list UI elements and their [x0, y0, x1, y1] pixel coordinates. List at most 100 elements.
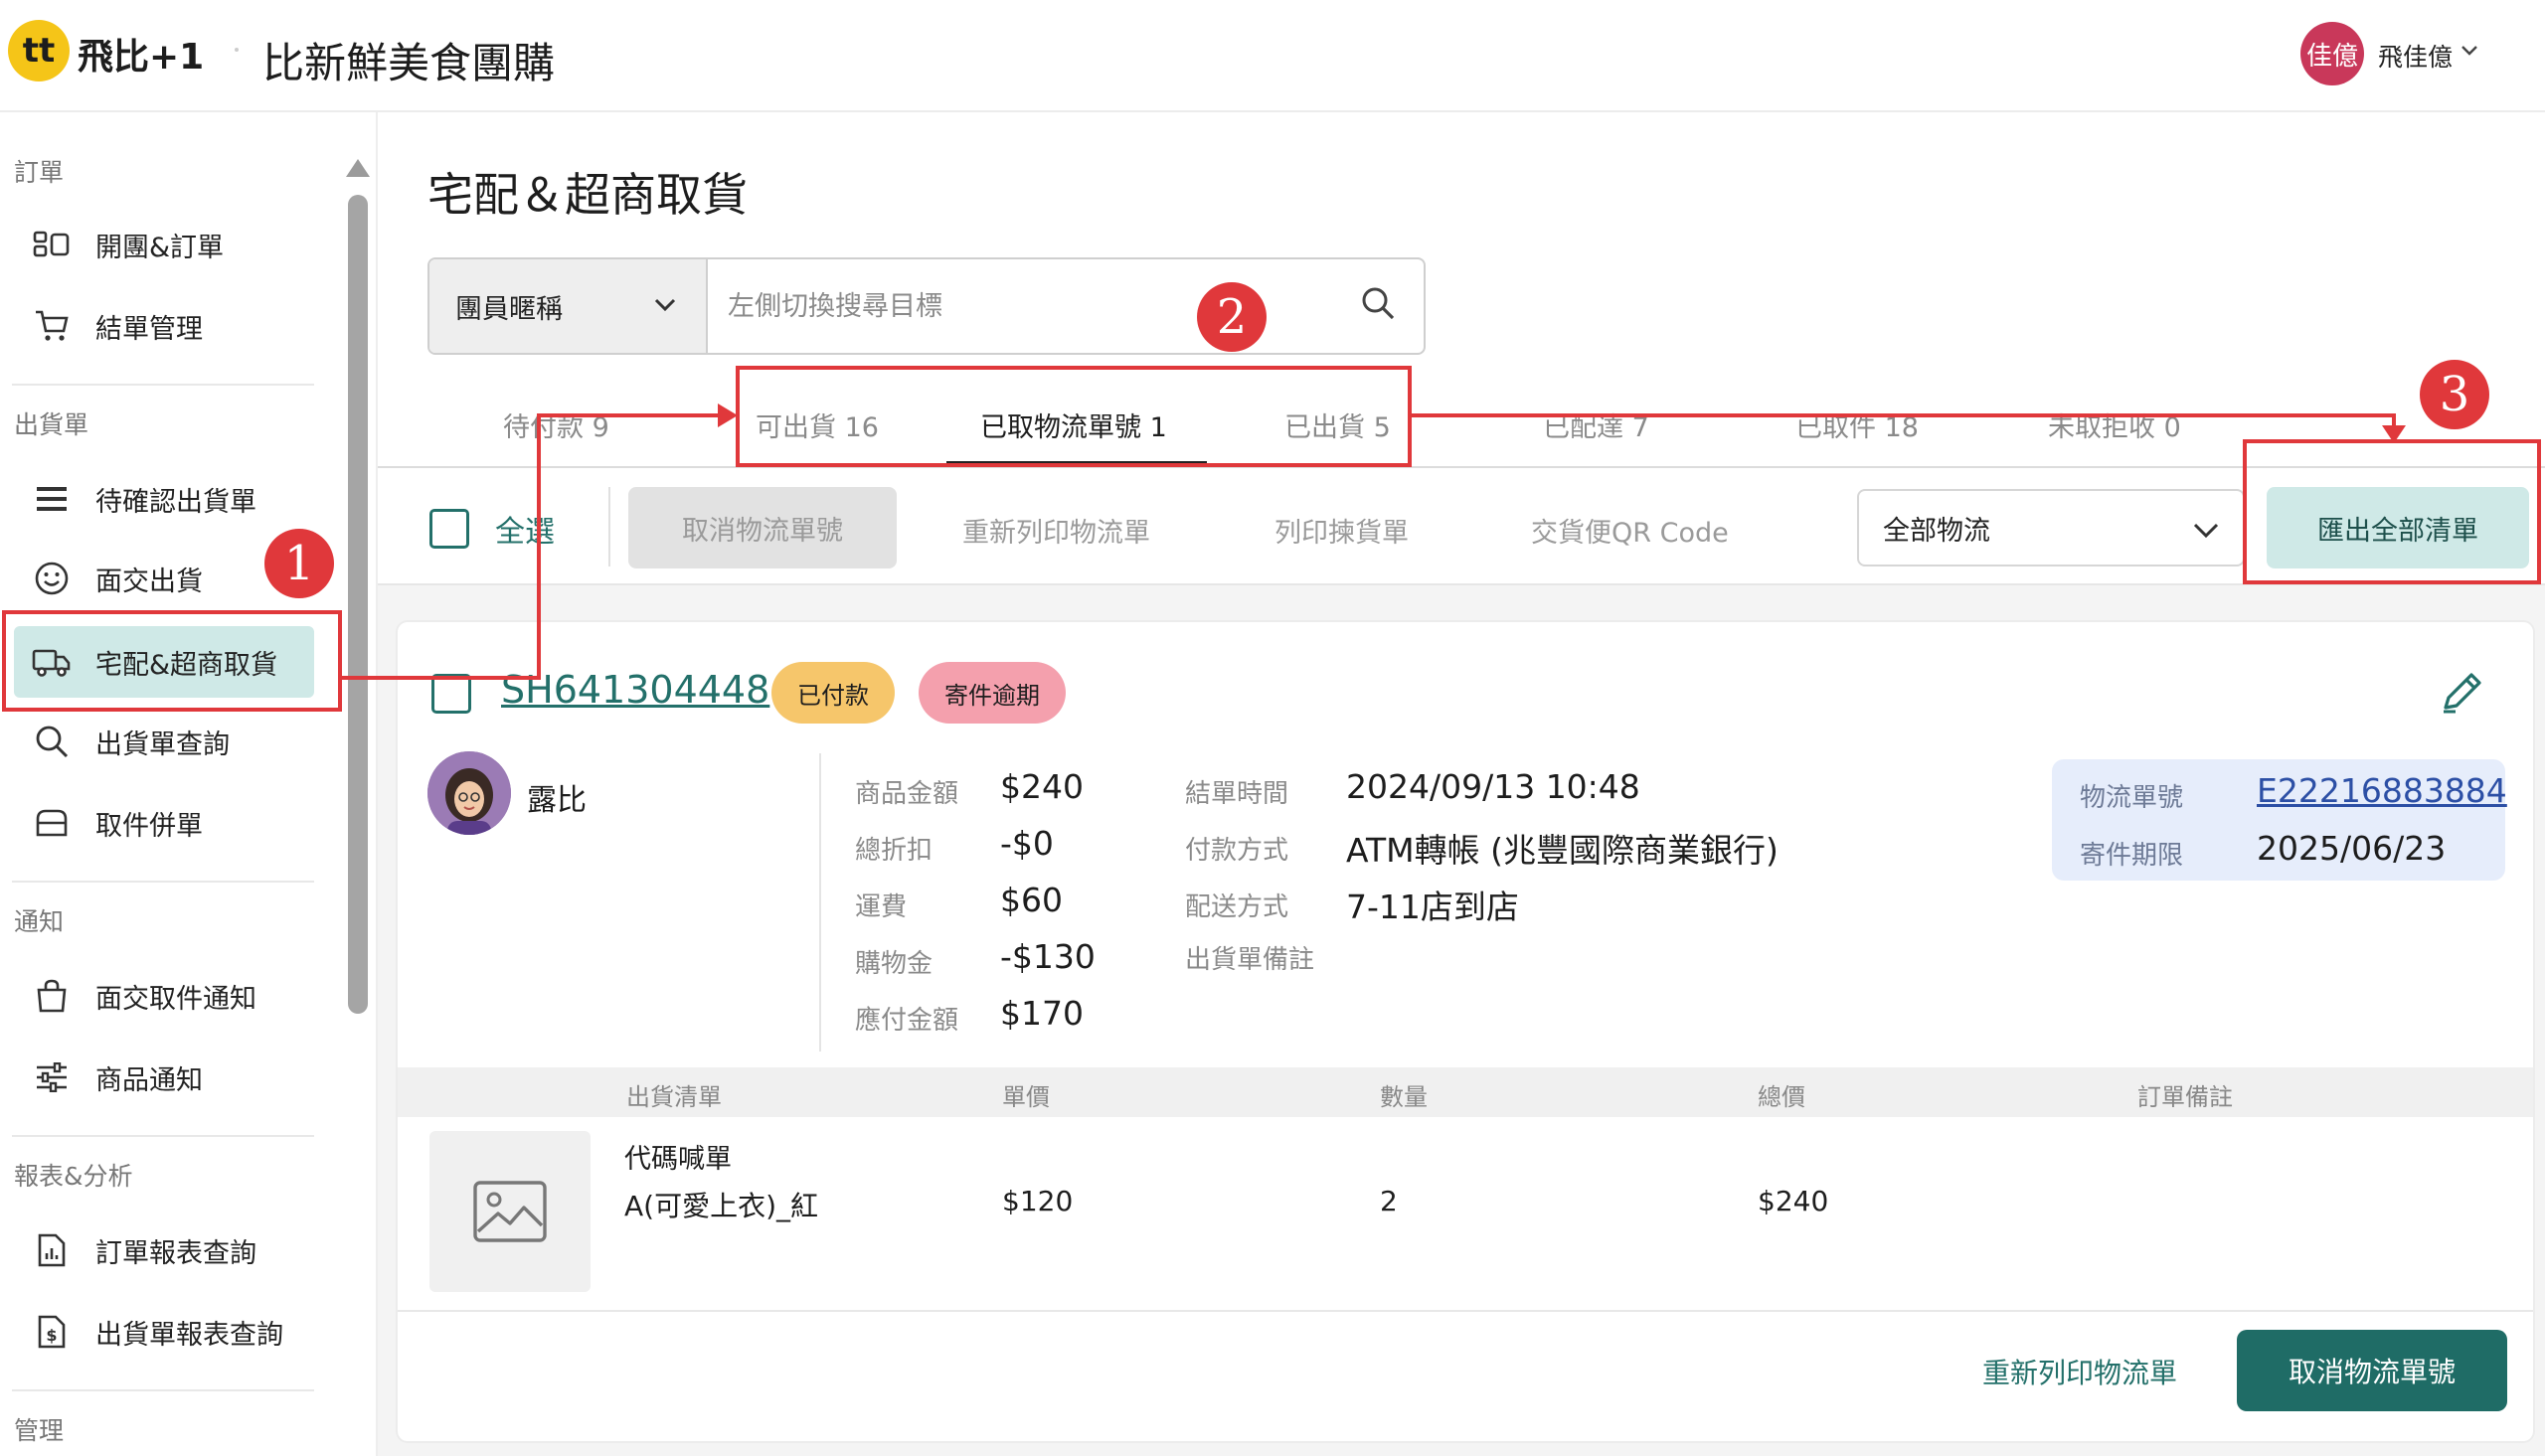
- annotation-arrowhead: [2382, 425, 2406, 443]
- logo-mark: tt: [8, 20, 70, 81]
- sidebar-divider: [12, 384, 314, 386]
- amount-label: 總折扣: [855, 836, 933, 866]
- shop-name: 比新鮮美食團購: [262, 39, 556, 87]
- user-avatar[interactable]: 佳億: [2300, 22, 2364, 85]
- chevron-down-icon: [2191, 515, 2221, 549]
- top-bar: tt 飛比+1 比新鮮美食團購 佳億 飛佳億: [0, 0, 2545, 112]
- user-name[interactable]: 飛佳億: [2378, 38, 2453, 74]
- annotation-number-3: 3: [2420, 360, 2489, 429]
- logistics-filter-select[interactable]: 全部物流: [1857, 489, 2245, 566]
- tab-unclaimed-rejected[interactable]: 未取拒收 0: [2048, 405, 2181, 444]
- scroll-up-arrow[interactable]: [346, 159, 370, 177]
- smile-icon: [32, 559, 72, 598]
- annotation-number-1: 1: [264, 529, 334, 598]
- info-label: 配送方式: [1185, 892, 1289, 922]
- item-code: 代碼喊單: [624, 1144, 732, 1175]
- sidebar-item-label: 訂單報表查詢: [95, 1237, 256, 1269]
- chevron-down-icon: [652, 291, 678, 321]
- item-total: $240: [1758, 1185, 1829, 1217]
- sidebar-item-shipment-search[interactable]: 出貨單查詢: [14, 706, 314, 777]
- cancel-tracking-number-button[interactable]: 取消物流單號: [2237, 1330, 2507, 1411]
- sidebar-item-label: 待確認出貨單: [95, 486, 256, 518]
- sidebar-item-order-report[interactable]: 訂單報表查詢: [14, 1214, 314, 1286]
- sidebar-section-reports: 報表&分析: [14, 1162, 133, 1191]
- tracking-number-link[interactable]: E22216883884: [2257, 771, 2507, 810]
- sidebar-divider: [12, 1135, 314, 1137]
- reprint-label-link[interactable]: 重新列印物流單: [1982, 1352, 2177, 1391]
- item-name: A(可愛上衣)_紅: [624, 1190, 819, 1222]
- tab-awaiting-payment[interactable]: 待付款 9: [503, 405, 609, 444]
- sidebar-item-label: 出貨單報表查詢: [95, 1319, 283, 1351]
- divider-dot: [235, 48, 239, 52]
- info-label: 出貨單備註: [1185, 945, 1315, 975]
- sidebar-item-meetup-notify[interactable]: 面交取件通知: [14, 960, 314, 1032]
- print-picklist-button[interactable]: 列印揀貨單: [1274, 511, 1409, 550]
- status-badge-overdue: 寄件逾期: [919, 662, 1066, 724]
- order-checkbox[interactable]: [431, 674, 471, 714]
- sidebar-section-orders: 訂單: [14, 158, 65, 187]
- tracking-label: 物流單號: [2080, 783, 2184, 813]
- sidebar-divider: [12, 1389, 314, 1391]
- annotation-box-2: [736, 366, 1412, 467]
- sidebar-item-checkout[interactable]: 結單管理: [14, 290, 314, 362]
- info-value: ATM轉帳 (兆豐國際商業銀行): [1346, 831, 1779, 870]
- logistics-filter-value: 全部物流: [1883, 515, 1990, 547]
- toolbar-divider: [608, 487, 610, 566]
- chevron-down-icon[interactable]: [2460, 40, 2479, 66]
- column-divider: [819, 753, 821, 1052]
- sidebar-item-label: 結單管理: [95, 313, 203, 345]
- tab-delivered[interactable]: 已配達 7: [1543, 405, 1649, 444]
- amount-value: $240: [1000, 767, 1084, 806]
- sidebar-item-merge-pickup[interactable]: 取件併單: [14, 787, 314, 859]
- annotation-arrowhead: [718, 404, 738, 427]
- reprint-label-button[interactable]: 重新列印物流單: [962, 511, 1150, 550]
- sidebar-divider: [12, 881, 314, 883]
- sidebar-section-notify: 通知: [14, 907, 65, 936]
- annotation-connector: [342, 676, 541, 680]
- sidebar-item-product-notify[interactable]: 商品通知: [14, 1042, 314, 1113]
- item-qty: 2: [1380, 1185, 1398, 1217]
- buyer-name: 露比: [527, 783, 587, 818]
- pencil-icon[interactable]: [2436, 666, 2491, 722]
- image-placeholder-icon: [429, 1131, 591, 1292]
- column-header: 數量: [1380, 1083, 1428, 1111]
- sidebar-item-shipment-report[interactable]: $ 出貨單報表查詢: [14, 1296, 314, 1368]
- annotation-connector: [537, 413, 541, 680]
- info-value: 2024/09/13 10:48: [1346, 767, 1640, 806]
- cancel-tracking-button[interactable]: 取消物流單號: [628, 487, 897, 568]
- sidebar-item-group-orders[interactable]: 開團&訂單: [14, 209, 314, 280]
- qr-code-button[interactable]: 交貨便QR Code: [1531, 511, 1729, 550]
- bag-icon: [32, 976, 72, 1016]
- logo-text: 飛比+1: [78, 37, 205, 78]
- card-divider: [398, 1310, 2533, 1312]
- info-value: 7-11店到店: [1346, 888, 1519, 926]
- amount-value: $60: [1000, 881, 1063, 919]
- order-card: [396, 620, 2535, 1443]
- order-id-link[interactable]: SH641304448: [501, 668, 769, 712]
- deadline-value: 2025/06/23: [2257, 829, 2447, 868]
- annotation-box-3: [2243, 439, 2541, 584]
- tab-picked-up[interactable]: 已取件 18: [1795, 405, 1919, 444]
- search-icon[interactable]: [1358, 283, 1404, 329]
- amount-value: -$0: [1000, 824, 1054, 863]
- amount-label: 應付金額: [855, 1006, 959, 1036]
- item-price: $120: [1002, 1185, 1074, 1217]
- annotation-connector: [537, 413, 722, 417]
- amount-value: -$130: [1000, 937, 1096, 976]
- select-all-label[interactable]: 全選: [495, 507, 555, 551]
- annotation-box-1: [2, 610, 342, 712]
- sidebar-item-label: 開團&訂單: [95, 232, 225, 263]
- amount-label: 運費: [855, 892, 908, 922]
- sidebar-item-pending-shipments[interactable]: 待確認出貨單: [14, 463, 314, 535]
- sidebar-item-label: 取件併單: [95, 810, 203, 842]
- sidebar-section-manage: 管理: [14, 1416, 65, 1445]
- sidebar-scrollbar[interactable]: [348, 195, 368, 1014]
- column-header: 單價: [1002, 1083, 1050, 1111]
- status-badge-paid: 已付款: [771, 662, 895, 724]
- sliders-icon: [32, 1057, 72, 1097]
- select-all-checkbox[interactable]: [429, 509, 469, 549]
- avatar: [427, 751, 511, 835]
- search-target-select[interactable]: 團員暱稱: [429, 259, 708, 353]
- amount-value: $170: [1000, 994, 1084, 1033]
- amount-label: 商品金額: [855, 779, 959, 809]
